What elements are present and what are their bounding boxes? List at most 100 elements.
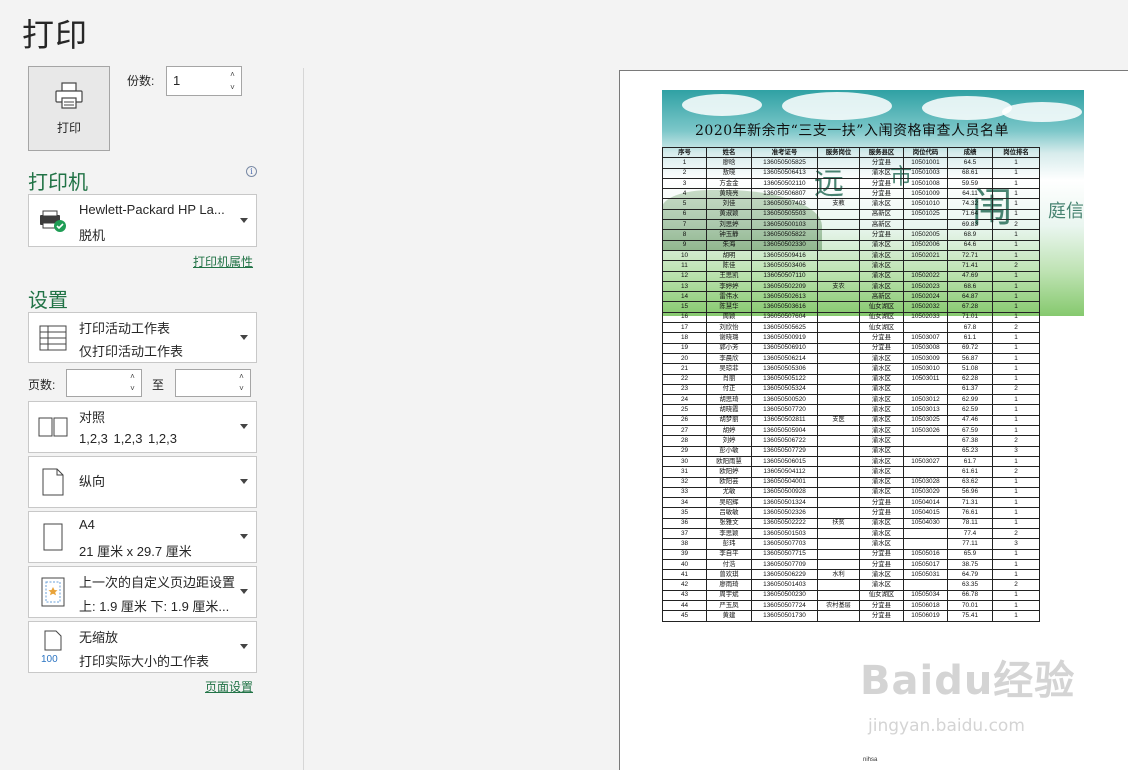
table-cell: 吴琼菲 — [706, 363, 752, 375]
spin-up-icon[interactable]: ˄ — [128, 372, 137, 381]
printer-properties-link[interactable]: 打印机属性 — [193, 253, 253, 270]
collate-line2: 1,2,3 1,2,3 1,2,3 — [79, 431, 177, 446]
table-row: 15 陈慧华 136050503616 仙女湖区 10502032 67.28 1 — [662, 301, 1040, 313]
collate-select[interactable]: 对照 1,2,3 1,2,3 1,2,3 — [28, 401, 257, 453]
table-cell: 64.79 — [947, 569, 993, 581]
table-header-cell: 成绩 — [947, 146, 993, 159]
table-cell: 10503025 — [903, 414, 948, 427]
table-cell: 10505016 — [903, 548, 948, 560]
portrait-page-icon — [35, 457, 71, 507]
info-icon[interactable]: i — [246, 166, 257, 177]
table-cell: 10503012 — [903, 394, 948, 406]
table-cell: 56.96 — [947, 486, 993, 499]
to-label: 至 — [152, 378, 165, 392]
table-cell: 5 — [662, 198, 707, 210]
table-cell: 136050503406 — [751, 260, 818, 272]
scaling-select[interactable]: 100 无缩放 打印实际大小的工作表 — [28, 621, 257, 673]
table-cell: 敖晓 — [706, 167, 752, 179]
table-cell: 10502021 — [903, 249, 948, 262]
table-row: 16 周颖 136050507604 仙女湖区 10502033 71.01 1 — [662, 311, 1040, 324]
table-cell: 56.87 — [947, 352, 993, 365]
table-cell: 陈慧华 — [706, 301, 752, 313]
table-cell: 李婷婷 — [706, 280, 752, 293]
table-cell: 1 — [992, 548, 1040, 560]
page-to-input[interactable]: ˄ ˅ — [175, 369, 251, 397]
table-cell: 2 — [992, 383, 1040, 396]
table-cell: 1 — [992, 208, 1040, 221]
table-cell: 1 — [992, 249, 1040, 262]
table-cell: 郭小芳 — [706, 342, 752, 354]
chevron-down-icon — [240, 424, 248, 429]
table-cell: 136050506015 — [751, 455, 818, 468]
table-cell: 渝水区 — [859, 280, 904, 293]
table-cell — [817, 332, 860, 344]
table-cell: 1 — [992, 157, 1040, 169]
table-row: 2 敖晓 136050506413 渝水区 10501003 68.61 1 — [662, 167, 1040, 179]
paper-size-select[interactable]: A4 21 厘米 x 29.7 厘米 — [28, 511, 257, 563]
table-cell: 9 — [662, 239, 707, 251]
spin-down-icon[interactable]: ˅ — [228, 83, 237, 92]
table-cell: 66.78 — [947, 589, 993, 602]
table-cell: 渝水区 — [859, 167, 904, 179]
table-cell: 136050507720 — [751, 404, 818, 416]
table-cell: 7 — [662, 219, 707, 231]
copies-input[interactable]: 1 ˄ ˅ — [166, 66, 242, 96]
table-cell — [817, 538, 860, 550]
table-cell: 69.72 — [947, 342, 993, 354]
spin-up-icon[interactable]: ˄ — [237, 372, 246, 381]
table-cell — [817, 579, 860, 591]
table-cell: 渝水区 — [859, 373, 904, 385]
print-button-label: 打印 — [56, 120, 81, 135]
table-cell: 渝水区 — [859, 239, 904, 251]
table-cell — [817, 455, 860, 468]
table-cell — [817, 229, 860, 241]
table-cell: 10502022 — [903, 270, 948, 282]
table-cell: 1 — [992, 476, 1040, 488]
table-cell: 1 — [992, 188, 1040, 200]
table-cell: 43 — [662, 589, 707, 602]
table-cell: 胡晓霞 — [706, 404, 752, 416]
table-cell: 1 — [992, 167, 1040, 179]
table-cell: 1 — [992, 507, 1040, 519]
table-cell: 33 — [662, 486, 707, 499]
table-cell: 仙女湖区 — [859, 322, 904, 334]
table-cell: 13 — [662, 280, 707, 293]
table-cell: 22 — [662, 373, 707, 385]
table-cell: 1 — [992, 373, 1040, 385]
table-cell: 钟玉静 — [706, 229, 752, 241]
table-cell: 25 — [662, 404, 707, 416]
table-cell: 1 — [992, 600, 1040, 612]
page-from-input[interactable]: ˄ ˅ — [66, 369, 142, 397]
table-cell: 37 — [662, 527, 707, 540]
table-cell: 陈佳 — [706, 260, 752, 272]
table-row: 31 欧阳婷 136050504112 渝水区 61.61 2 — [662, 466, 1040, 478]
table-cell — [817, 249, 860, 262]
table-cell: 2 — [992, 466, 1040, 478]
table-cell: 29 — [662, 445, 707, 457]
margins-select[interactable]: 上一次的自定义页边距设置 上: 1.9 厘米 下: 1.9 厘米... — [28, 566, 257, 618]
spin-down-icon[interactable]: ˅ — [128, 384, 137, 393]
table-cell: 64.87 — [947, 291, 993, 303]
table-cell: 61.1 — [947, 332, 993, 344]
table-cell: 136050506910 — [751, 342, 818, 354]
table-cell: 71.31 — [947, 497, 993, 509]
page-setup-link[interactable]: 页面设置 — [205, 678, 253, 695]
table-cell: 3 — [662, 177, 707, 190]
table-row: 18 谢晓璐 136050500919 分宜县 10503007 61.1 1 — [662, 332, 1040, 344]
print-button[interactable]: 打印 — [28, 66, 110, 151]
baidu-watermark-logo: Baidu经验 — [860, 658, 1076, 704]
table-cell: 李晨欣 — [706, 352, 752, 365]
spin-up-icon[interactable]: ˄ — [228, 70, 237, 79]
table-cell: 廖晗 — [706, 157, 752, 169]
table-row: 29 彭小敏 136050507729 渝水区 65.23 3 — [662, 445, 1040, 457]
print-scope-select[interactable]: 打印活动工作表 仅打印活动工作表 — [28, 312, 257, 363]
spin-down-icon[interactable]: ˅ — [237, 384, 246, 393]
table-cell: 10502006 — [903, 239, 948, 251]
table-cell: 分宜县 — [859, 548, 904, 560]
table-cell: 分宜县 — [859, 157, 904, 169]
table-cell: 1 — [992, 394, 1040, 406]
printer-select[interactable]: Hewlett-Packard HP La... 脱机 — [28, 194, 257, 247]
table-cell: 1 — [992, 291, 1040, 303]
orientation-select[interactable]: 纵向 — [28, 456, 257, 508]
table-cell: 2 — [992, 260, 1040, 272]
